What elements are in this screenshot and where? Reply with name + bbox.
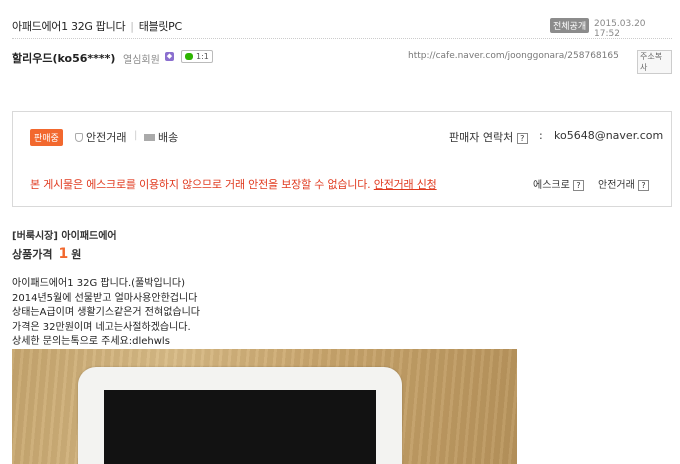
level-icon: ◆ xyxy=(165,52,174,61)
safe-trade-text: 안전거래 xyxy=(86,131,127,144)
body-line: 2014년5월에 선물받고 얼마사용안한겁니다 xyxy=(12,292,198,304)
safe-trade-info: 안전거래 xyxy=(75,129,126,145)
author-name[interactable]: 할리우드(ko56****) xyxy=(12,50,115,66)
body-line: 상세한 문의는톡으로 주세요:dlehwls xyxy=(12,336,170,347)
copy-url-button[interactable]: 주소복사 xyxy=(637,50,672,74)
product-photo xyxy=(12,349,517,464)
seller-contact-text: 판매자 연락처 xyxy=(449,131,514,144)
post-title: 아패드에어1 32G 팝니다 | 태블릿PC xyxy=(12,18,182,34)
safe-trade-help: 안전거래 ? xyxy=(598,176,649,191)
trade-info-box: 판매중 안전거래 | 배송 판매자 연락처 ? : ko5648@naver.c… xyxy=(12,111,672,207)
trade-separator: | xyxy=(134,130,138,141)
escrow-notice-text: 본 게시물은 에스크로를 이용하지 않으므로 거래 안전을 보장할 수 없습니다… xyxy=(30,178,371,191)
safe-trade-apply-link[interactable]: 안전거래 신청 xyxy=(374,178,437,191)
escrow-label: 에스크로 xyxy=(533,180,570,191)
safe-trade-help-icon[interactable]: ? xyxy=(638,180,649,191)
price-label: 상품가격 xyxy=(12,248,53,261)
product-tag: [버룩시장] 아이패드에어 xyxy=(12,231,117,242)
seller-contact-label: 판매자 연락처 ? xyxy=(449,129,528,145)
member-level: 열심회원 xyxy=(123,55,160,66)
body-line: 상태는A급이며 생활기스같은거 전혀없습니다 xyxy=(12,307,200,318)
title-separator: | xyxy=(130,20,134,33)
escrow-help: 에스크로 ? xyxy=(533,176,584,191)
price-value: 1 xyxy=(58,246,69,262)
chat-button[interactable]: 1:1 xyxy=(181,50,213,63)
escrow-help-icon[interactable]: ? xyxy=(573,180,584,191)
header-divider xyxy=(12,38,672,39)
delivery-text: 배송 xyxy=(158,131,179,144)
sale-status-badge: 판매중 xyxy=(30,129,63,146)
shield-icon xyxy=(75,133,83,142)
post-body: 아이패드에어1 32G 팝니다.(풀박입니다) 2014년5월에 선물받고 얼마… xyxy=(12,277,200,350)
post-category[interactable]: 태블릿PC xyxy=(139,20,182,33)
contact-colon: : xyxy=(539,129,543,142)
price-row: 상품가격 1 원 xyxy=(12,246,81,262)
delivery-info: 배송 xyxy=(144,129,178,145)
body-line: 아이패드에어1 32G 팝니다.(풀박입니다) xyxy=(12,278,185,289)
post-header: 아패드에어1 32G 팝니다 | 태블릿PC 전체공개 2015.03.20 17:… xyxy=(12,10,672,40)
scope-badge: 전체공개 xyxy=(550,18,590,33)
chat-label: 1:1 xyxy=(196,52,209,61)
safe-trade-label: 안전거래 xyxy=(598,180,635,191)
seller-email: ko5648@naver.com xyxy=(554,129,664,142)
post-title-text: 아패드에어1 32G 팝니다 xyxy=(12,20,126,33)
post-date: 2015.03.20 17:52 xyxy=(594,19,646,39)
body-line: 가격은 32만원이며 네고는사절하겠습니다. xyxy=(12,321,191,333)
post-url[interactable]: http://cafe.naver.com/joonggonara/258768… xyxy=(408,51,619,61)
author-line: 할리우드(ko56****) 열심회원 ◆ 1:1 http://cafe.na… xyxy=(12,50,672,74)
help-icon[interactable]: ? xyxy=(516,133,528,144)
ipad-device xyxy=(78,367,402,464)
price-unit: 원 xyxy=(71,248,82,261)
escrow-notice: 본 게시물은 에스크로를 이용하지 않으므로 거래 안전을 보장할 수 없습니다… xyxy=(30,176,437,192)
truck-icon xyxy=(144,134,155,141)
chat-bubble-icon xyxy=(185,53,193,60)
ipad-screen xyxy=(104,390,376,464)
